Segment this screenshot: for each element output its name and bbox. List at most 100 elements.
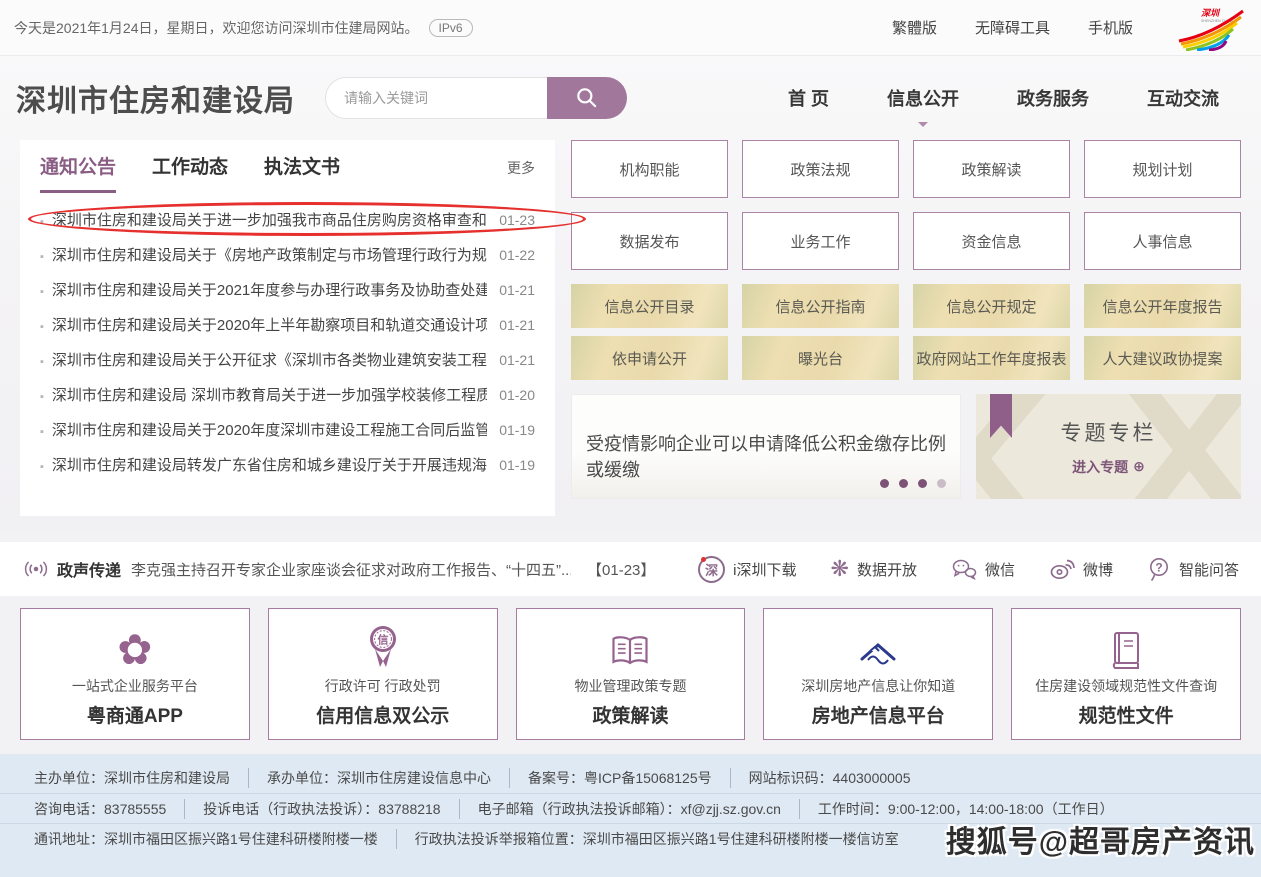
open-book-icon — [608, 633, 652, 671]
card-subtitle: 一站式企业服务平台 — [72, 676, 198, 696]
btn-disclosure-guide[interactable]: 信息公开指南 — [742, 284, 899, 328]
btn-policies-regulations[interactable]: 政策法规 — [742, 140, 899, 198]
news-title: 深圳市住房和建设局 深圳市教育局关于进一步加强学校装修工程质... — [40, 384, 487, 405]
tab-work-updates[interactable]: 工作动态 — [152, 152, 228, 190]
card-real-estate-platform[interactable]: 深圳房地产信息让你知道 房地产信息平台 — [763, 608, 993, 740]
btn-planning[interactable]: 规划计划 — [1084, 140, 1241, 198]
special-topics-box[interactable]: 专题专栏 进入专题 ⊕ — [976, 394, 1241, 499]
shenzhen-city-logo: 深圳 SHENZHEN CHINA — [1171, 5, 1247, 51]
mobile-version-link[interactable]: 手机版 — [1088, 17, 1133, 38]
search-icon — [574, 85, 600, 111]
broadcast-icon — [22, 559, 50, 579]
news-title: 深圳市住房和建设局关于2021年度参与办理行政事务及协助查处建... — [40, 279, 487, 300]
card-title: 粤商通APP — [87, 701, 183, 728]
banner-carousel[interactable]: 受疫情影响企业可以申请降低公积金缴存比例或缓缴 — [571, 394, 961, 499]
accessibility-tools-link[interactable]: 无障碍工具 — [975, 17, 1050, 38]
traditional-chinese-link[interactable]: 繁體版 — [892, 17, 937, 38]
btn-annual-report[interactable]: 信息公开年度报告 — [1084, 284, 1241, 328]
card-title: 信用信息双公示 — [316, 701, 449, 728]
btn-data-release[interactable]: 数据发布 — [571, 212, 728, 270]
card-yueshangtong-app[interactable]: ✿ 一站式企业服务平台 粤商通APP — [20, 608, 250, 740]
gov-voice-label: 政声传递 — [57, 557, 121, 581]
btn-org-functions[interactable]: 机构职能 — [571, 140, 728, 198]
btn-personnel-info[interactable]: 人事信息 — [1084, 212, 1241, 270]
ishenzhen-download-link[interactable]: 深 i深圳下载 — [698, 556, 796, 583]
site-footer: 主办单位：深圳市住房和建设局 承办单位：深圳市住房建设信息中心 备案号：粤ICP… — [0, 754, 1261, 877]
news-title: 深圳市住房和建设局关于进一步加强我市商品住房购房资格审查和... — [40, 209, 487, 230]
notice-panel: 通知公告 工作动态 执法文书 更多 深圳市住房和建设局关于进一步加强我市商品住房… — [20, 140, 555, 516]
smart-qa-link[interactable]: ? 智能问答 — [1147, 556, 1239, 582]
wechat-link[interactable]: 微信 — [951, 558, 1015, 580]
card-subtitle: 行政许可 行政处罚 — [325, 676, 441, 696]
footer-email: 电子邮箱（行政执法投诉邮箱）：xf@zjj.sz.gov.cn — [459, 799, 781, 819]
tool-label: 智能问答 — [1179, 559, 1239, 580]
page-top-section: 深圳市住房和建设局 首 页 信息公开 政务服务 互动交流 通知公告 — [0, 56, 1261, 530]
wechat-icon — [951, 558, 977, 580]
btn-website-annual-report[interactable]: 政府网站工作年度报表 — [913, 336, 1070, 380]
list-item[interactable]: 深圳市住房和建设局关于2021年度参与办理行政事务及协助查处建... 01-21 — [40, 272, 535, 307]
card-subtitle: 物业管理政策专题 — [574, 676, 686, 696]
footer-site-id: 网站标识码：4403000005 — [730, 768, 911, 788]
site-header: 深圳市住房和建设局 首 页 信息公开 政务服务 互动交流 — [0, 56, 1261, 128]
topbar-links: 繁體版 无障碍工具 手机版 深圳 SHENZHEN CHINA — [892, 5, 1247, 51]
nav-interaction[interactable]: 互动交流 — [1147, 85, 1219, 111]
nav-info-disclosure[interactable]: 信息公开 — [887, 85, 959, 111]
list-item[interactable]: 深圳市住房和建设局关于2020年上半年勘察项目和轨道交通设计项... 01-21 — [40, 307, 535, 342]
card-title: 房地产信息平台 — [812, 701, 945, 728]
ipv6-badge[interactable]: IPv6 — [429, 19, 473, 37]
weibo-icon — [1049, 557, 1075, 581]
news-title: 深圳市住房和建设局关于2020年上半年勘察项目和轨道交通设计项... — [40, 314, 487, 335]
enter-topics-link[interactable]: 进入专题 ⊕ — [1072, 457, 1145, 477]
btn-disclosure-rules[interactable]: 信息公开规定 — [913, 284, 1070, 328]
list-item[interactable]: 深圳市住房和建设局 深圳市教育局关于进一步加强学校装修工程质... 01-20 — [40, 377, 535, 412]
flower-icon: ✿ — [117, 629, 152, 671]
carousel-dot[interactable] — [918, 479, 927, 488]
card-credit-info[interactable]: 信 行政许可 行政处罚 信用信息双公示 — [268, 608, 498, 740]
btn-policy-interpretation[interactable]: 政策解读 — [913, 140, 1070, 198]
btn-disclosure-on-request[interactable]: 依申请公开 — [571, 336, 728, 380]
card-policy-interpretation[interactable]: 物业管理政策专题 政策解读 — [516, 608, 746, 740]
btn-exposure-platform[interactable]: 曝光台 — [742, 336, 899, 380]
btn-funds-info[interactable]: 资金信息 — [913, 212, 1070, 270]
house-icon — [854, 637, 902, 671]
btn-disclosure-catalog[interactable]: 信息公开目录 — [571, 284, 728, 328]
list-item[interactable]: 深圳市住房和建设局关于2020年度深圳市建设工程施工合同后监管... 01-19 — [40, 412, 535, 447]
site-title: 深圳市住房和建设局 — [16, 76, 295, 120]
nav-home[interactable]: 首 页 — [788, 85, 829, 111]
carousel-dot[interactable] — [880, 479, 889, 488]
weibo-link[interactable]: 微博 — [1049, 557, 1113, 581]
nav-gov-services[interactable]: 政务服务 — [1017, 85, 1089, 111]
gov-voice-headline[interactable]: 李克强主持召开专家企业家座谈会征求对政府工作报告、“十四五”... — [131, 559, 571, 580]
tab-notices[interactable]: 通知公告 — [40, 152, 116, 193]
banner-caption: 受疫情影响企业可以申请降低公积金缴存比例或缓缴 — [586, 430, 946, 482]
more-link[interactable]: 更多 — [507, 158, 535, 178]
footer-icp-number: 备案号：粤ICP备15068125号 — [509, 768, 712, 788]
btn-npc-cppcc-proposals[interactable]: 人大建议政协提案 — [1084, 336, 1241, 380]
btn-business-work[interactable]: 业务工作 — [742, 212, 899, 270]
search-bar — [325, 77, 627, 119]
list-item[interactable]: 深圳市住房和建设局关于公开征求《深圳市各类物业建筑安装工程... 01-21 — [40, 342, 535, 377]
list-item[interactable]: 深圳市住房和建设局关于《房地产政策制定与市场管理行政行为规... 01-22 — [40, 237, 535, 272]
special-topics-title: 专题专栏 — [1061, 417, 1157, 447]
news-title: 深圳市住房和建设局关于2020年度深圳市建设工程施工合同后监管... — [40, 419, 487, 440]
carousel-dot[interactable] — [937, 479, 946, 488]
open-data-link[interactable]: ❋ 数据开放 — [831, 558, 917, 580]
search-input[interactable] — [325, 77, 547, 119]
list-item[interactable]: 深圳市住房和建设局转发广东省住房和城乡建设厅关于开展违规海... 01-19 — [40, 447, 535, 482]
search-button[interactable] — [547, 77, 627, 119]
tab-enforcement-docs[interactable]: 执法文书 — [264, 152, 340, 190]
card-normative-documents[interactable]: 住房建设领域规范性文件查询 规范性文件 — [1011, 608, 1241, 740]
list-item[interactable]: 深圳市住房和建设局关于进一步加强我市商品住房购房资格审查和... 01-23 — [40, 202, 535, 237]
card-title: 规范性文件 — [1079, 701, 1174, 728]
svg-text:信: 信 — [377, 632, 388, 646]
footer-host-unit: 主办单位：深圳市住房和建设局 — [34, 768, 230, 788]
carousel-dot[interactable] — [899, 479, 908, 488]
smart-qa-icon: ? — [1147, 556, 1171, 582]
footer-row-2: 咨询电话：83785555 投诉电话（行政执法投诉）：83788218 电子邮箱… — [0, 793, 1261, 823]
footer-complaint-phone: 投诉电话（行政执法投诉）：83788218 — [184, 799, 440, 819]
top-utility-bar: 今天是2021年1月24日，星期日，欢迎您访问深圳市住建局网站。 IPv6 繁體… — [0, 0, 1261, 56]
news-title: 深圳市住房和建设局转发广东省住房和城乡建设厅关于开展违规海... — [40, 454, 487, 475]
disclosure-buttons-grid: 信息公开目录 信息公开指南 信息公开规定 信息公开年度报告 依申请公开 曝光台 … — [571, 284, 1241, 380]
main-nav: 首 页 信息公开 政务服务 互动交流 — [788, 85, 1241, 111]
footer-complaint-box-location: 行政执法投诉举报箱位置：深圳市福田区振兴路1号住建科研楼附楼一楼信访室 — [396, 829, 899, 849]
